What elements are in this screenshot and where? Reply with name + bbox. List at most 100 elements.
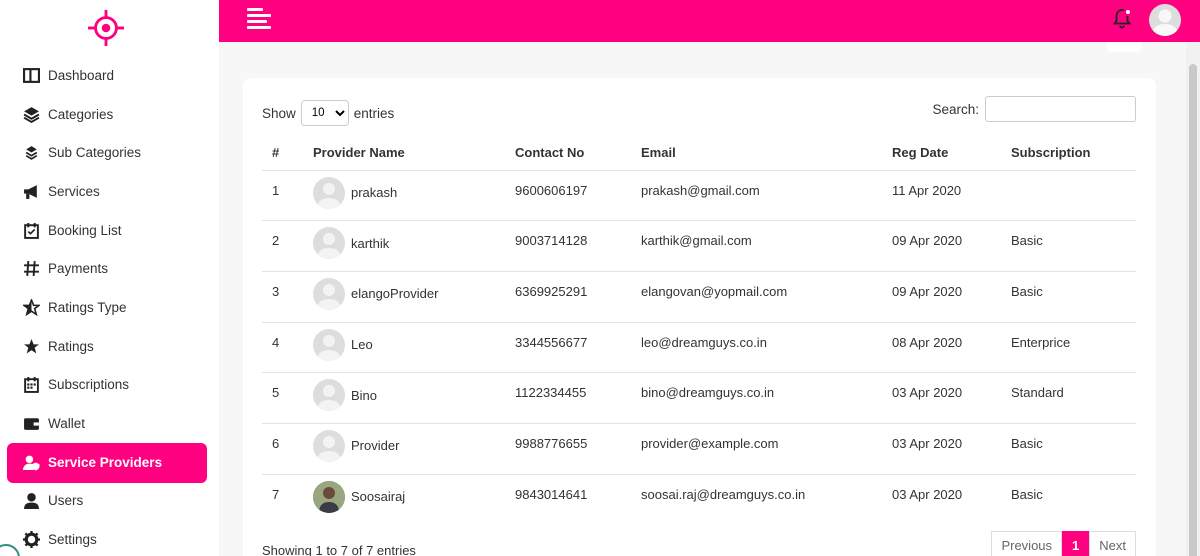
scrollbar-thumb[interactable] [1189,64,1197,556]
sidebar-item-settings[interactable]: Settings [0,520,219,556]
page-scrollbar[interactable] [1186,42,1200,556]
hashtag-icon [22,260,40,278]
megaphone-icon [22,182,40,200]
reg-date: 08 Apr 2020 [892,322,1011,374]
provider-name[interactable]: karthik [351,236,389,251]
email: provider@example.com [641,423,892,475]
provider-name[interactable]: Provider [351,438,399,453]
page-1-button[interactable]: 1 [1062,531,1090,556]
subscription: Basic [1011,423,1136,475]
table-row: 4 Leo 3344556677 leo@dreamguys.co.in 08 … [262,322,1136,374]
column-header-contact-no[interactable]: Contact No [515,136,641,171]
sidebar-item-label: Users [48,493,84,509]
header-tab-stub [1107,42,1142,52]
email: prakash@gmail.com [641,170,892,222]
menu-toggle-icon[interactable] [247,8,271,30]
email: bino@dreamguys.co.in [641,372,892,424]
sidebar: Dashboard Categories Sub Categories Serv… [0,0,219,556]
reg-date: 03 Apr 2020 [892,372,1011,424]
user-shield-icon [22,453,40,471]
user-avatar[interactable] [1149,4,1181,36]
provider-cell: elangoProvider [313,277,515,310]
contact-no: 9600606197 [515,170,641,222]
column-header-reg-date[interactable]: Reg Date [892,136,1011,171]
provider-cell: Provider [313,429,515,462]
subscription: Basic [1011,486,1043,502]
sidebar-item-ratings-type[interactable]: Ratings Type [0,288,219,327]
provider-cell: Bino [313,379,515,412]
column-header-number[interactable]: # [262,136,313,171]
sidebar-item-label: Booking List [48,222,122,238]
user-icon [22,492,40,510]
avatar [313,227,345,260]
providers-card: Show 10 entries Search: # Provider Name … [243,78,1156,556]
table-info: Showing 1 to 7 of 7 entries [262,543,416,556]
provider-name[interactable]: Leo [351,337,373,352]
sidebar-item-subscriptions[interactable]: Subscriptions [0,366,219,405]
sidebar-item-wallet[interactable]: Wallet [0,404,219,443]
avatar [313,429,345,462]
sidebar-item-booking-list[interactable]: Booking List [0,211,219,250]
avatar-photo [313,480,345,513]
star-half-icon [22,298,40,316]
sidebar-nav: Dashboard Categories Sub Categories Serv… [0,56,219,556]
provider-cell: Soosairaj [313,480,515,513]
sidebar-item-label: Payments [48,261,109,277]
next-button[interactable]: Next [1089,531,1136,556]
table-row: 7 Soosairaj 9843014641 soosai.raj@dreamg… [262,474,1136,525]
row-number: 6 [262,423,313,475]
target-logo-icon[interactable] [87,9,125,47]
sidebar-item-label: Ratings [48,338,94,354]
reg-date: 11 Apr 2020 [892,170,1011,222]
sidebar-item-payments[interactable]: Payments [0,249,219,288]
layers-small-icon [22,144,40,162]
sidebar-item-users[interactable]: Users [0,482,219,521]
search-control: Search: [932,96,1136,122]
sidebar-item-label: Ratings Type [48,299,127,315]
reg-date: 09 Apr 2020 [892,220,1011,272]
sidebar-item-label: Services [48,183,100,199]
contact-no: 9003714128 [515,220,641,272]
column-header-subscription[interactable]: Subscription [1011,136,1136,171]
provider-name[interactable]: elangoProvider [351,286,438,301]
email: soosai.raj@dreamguys.co.in [641,486,806,502]
sidebar-item-services[interactable]: Services [0,172,219,211]
column-header-email[interactable]: Email [641,136,892,171]
sidebar-item-label: Service Providers [48,454,163,470]
provider-name[interactable]: Soosairaj [351,489,405,504]
entries-label: entries [353,105,395,121]
reg-date: 03 Apr 2020 [892,423,1011,475]
subscription: Basic [1011,220,1136,272]
show-label: Show [262,105,296,121]
subscription: Standard [1011,372,1136,424]
provider-name[interactable]: prakash [351,185,397,200]
sidebar-item-service-providers[interactable]: Service Providers [0,442,219,483]
subscription [1011,170,1136,222]
email: karthik@gmail.com [641,220,892,272]
avatar [313,176,345,209]
subscription: Basic [1011,271,1136,323]
email: elangovan@yopmail.com [641,271,892,323]
pagination: Previous 1 Next [991,531,1136,556]
contact-no: 6369925291 [515,271,641,323]
contact-no: 9988776655 [515,423,641,475]
provider-cell: Leo [313,328,515,361]
wallet-icon [22,415,40,433]
sidebar-item-label: Wallet [48,416,86,432]
email: leo@dreamguys.co.in [641,322,892,374]
avatar [313,379,345,412]
sidebar-item-sub-categories[interactable]: Sub Categories [0,133,219,172]
table-header-row: # Provider Name Contact No Email Reg Dat… [262,136,1136,171]
sidebar-item-categories[interactable]: Categories [0,95,219,134]
search-label: Search: [932,101,979,117]
gear-icon [22,531,40,549]
column-header-provider-name[interactable]: Provider Name [313,136,515,171]
providers-table: # Provider Name Contact No Email Reg Dat… [262,136,1136,525]
provider-name[interactable]: Bino [351,388,377,403]
previous-button[interactable]: Previous [991,531,1063,556]
search-input[interactable] [985,96,1136,122]
sidebar-item-dashboard[interactable]: Dashboard [0,56,219,95]
calendar-check-icon [22,221,40,239]
sidebar-item-ratings[interactable]: Ratings [0,327,219,366]
page-size-select[interactable]: 10 [300,100,349,126]
